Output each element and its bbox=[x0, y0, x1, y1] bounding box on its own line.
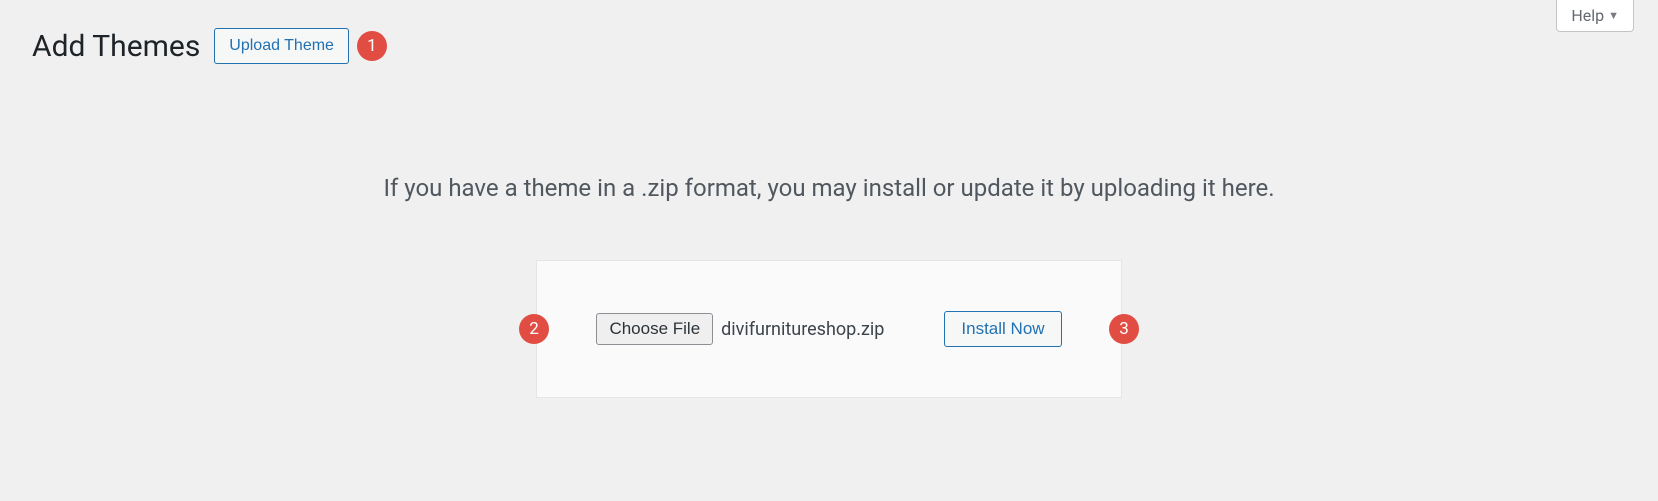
install-now-button[interactable]: Install Now bbox=[944, 311, 1061, 347]
upload-form-box: 2 Choose File divifurnitureshop.zip Inst… bbox=[536, 260, 1122, 398]
help-label: Help bbox=[1571, 6, 1604, 25]
page-title: Add Themes bbox=[32, 29, 200, 64]
annotation-badge-3: 3 bbox=[1109, 314, 1139, 344]
upload-theme-button[interactable]: Upload Theme bbox=[214, 28, 349, 64]
selected-file-name: divifurnitureshop.zip bbox=[721, 319, 884, 340]
file-input-group: Choose File divifurnitureshop.zip bbox=[596, 313, 884, 345]
page-header: Add Themes Upload Theme 1 bbox=[0, 0, 1658, 64]
help-tab[interactable]: Help ▼ bbox=[1556, 0, 1634, 32]
choose-file-button[interactable]: Choose File bbox=[596, 313, 713, 345]
dropdown-triangle-icon: ▼ bbox=[1608, 9, 1619, 22]
annotation-badge-1: 1 bbox=[357, 31, 387, 61]
annotation-badge-2: 2 bbox=[519, 314, 549, 344]
upload-instruction-text: If you have a theme in a .zip format, yo… bbox=[0, 174, 1658, 202]
